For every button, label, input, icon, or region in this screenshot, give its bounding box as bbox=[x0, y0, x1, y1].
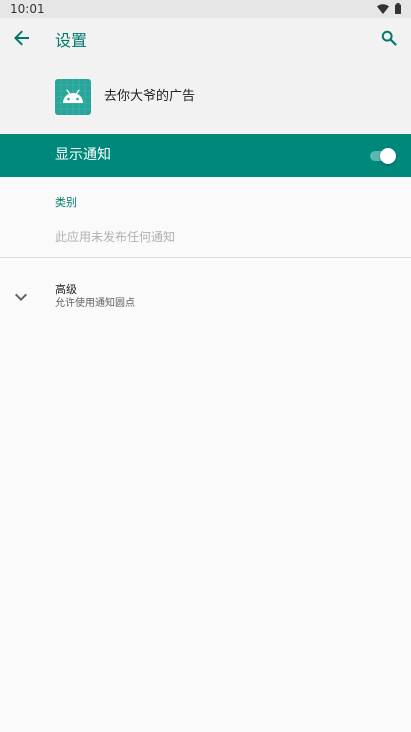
switch-thumb bbox=[380, 148, 396, 164]
category-header: 类别 bbox=[55, 196, 77, 209]
advanced-expand bbox=[12, 286, 30, 304]
page-title: 设置 bbox=[55, 31, 88, 50]
back-button[interactable] bbox=[8, 26, 36, 54]
app-name: 去你大爷的广告 bbox=[104, 89, 196, 104]
toolbar: 设置 bbox=[0, 18, 411, 64]
search-icon bbox=[381, 30, 397, 50]
status-bar: 10:01 bbox=[0, 0, 411, 18]
show-notifications-switch[interactable] bbox=[370, 148, 396, 164]
status-icons bbox=[377, 3, 401, 17]
app-icon bbox=[55, 79, 91, 115]
search-button[interactable] bbox=[375, 26, 403, 54]
battery-icon bbox=[395, 3, 401, 17]
status-time: 10:01 bbox=[10, 2, 45, 16]
show-notifications-label: 显示通知 bbox=[55, 147, 111, 163]
wifi-icon bbox=[377, 3, 389, 17]
chevron-down-icon bbox=[15, 286, 27, 305]
advanced-summary: 允许使用通知圆点 bbox=[55, 298, 135, 309]
arrow-back-icon bbox=[14, 30, 30, 50]
divider bbox=[0, 257, 411, 258]
advanced-title: 高级 bbox=[55, 283, 77, 296]
show-notifications-bar[interactable]: 显示通知 bbox=[0, 134, 411, 177]
app-header: 去你大爷的广告 bbox=[0, 64, 411, 134]
advanced-row[interactable]: 高级 允许使用通知圆点 bbox=[0, 276, 411, 316]
android-icon bbox=[55, 79, 91, 115]
no-notifications-text: 此应用未发布任何通知 bbox=[55, 230, 176, 244]
